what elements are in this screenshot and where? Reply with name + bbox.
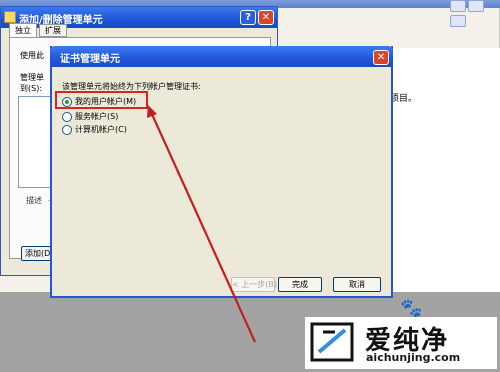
watermark-url: aichunjing.com xyxy=(366,351,461,364)
highlight-annotation-box xyxy=(55,91,148,109)
cert-dialog-title: 证书管理单元 xyxy=(60,54,120,65)
add-button[interactable]: 添加(D) xyxy=(21,246,51,261)
finish-button[interactable]: 完成 xyxy=(278,277,322,292)
back-button[interactable]: < 上一步(B) xyxy=(231,277,277,292)
maximize-icon[interactable] xyxy=(468,0,484,12)
cancel-button[interactable]: 取消 xyxy=(333,277,381,292)
cert-close-button[interactable]: ✕ xyxy=(373,50,389,65)
snapin-list-label-suffix: 到(S): xyxy=(20,84,43,93)
console-pane-text: 项目。 xyxy=(390,94,418,104)
usage-hint-text: 使用此 xyxy=(20,51,44,60)
close-button[interactable]: ✕ xyxy=(258,10,274,25)
snapin-icon xyxy=(4,11,16,23)
tab-standalone[interactable]: 独立 xyxy=(9,23,37,37)
description-label: 描述 xyxy=(26,196,42,205)
radio-service-account[interactable]: 服务帐户(S) xyxy=(62,111,118,122)
radio-label: 服务帐户(S) xyxy=(75,112,119,121)
brand-logo-icon xyxy=(310,322,354,362)
radio-label: 计算机帐户(C) xyxy=(75,125,127,134)
tab-extension[interactable]: 扩展 xyxy=(39,24,67,37)
help-button[interactable]: ? xyxy=(240,10,256,25)
minimize-icon[interactable] xyxy=(450,0,466,12)
close-icon[interactable] xyxy=(450,15,466,27)
paw-watermark-icon: 🐾 xyxy=(400,298,423,319)
radio-unchecked-icon[interactable] xyxy=(62,111,72,122)
radio-computer-account[interactable]: 计算机帐户(C) xyxy=(62,124,127,135)
snapin-list-label: 管理单 xyxy=(20,73,44,82)
console-window-controls xyxy=(448,0,500,27)
radio-unchecked-icon[interactable] xyxy=(62,124,72,135)
